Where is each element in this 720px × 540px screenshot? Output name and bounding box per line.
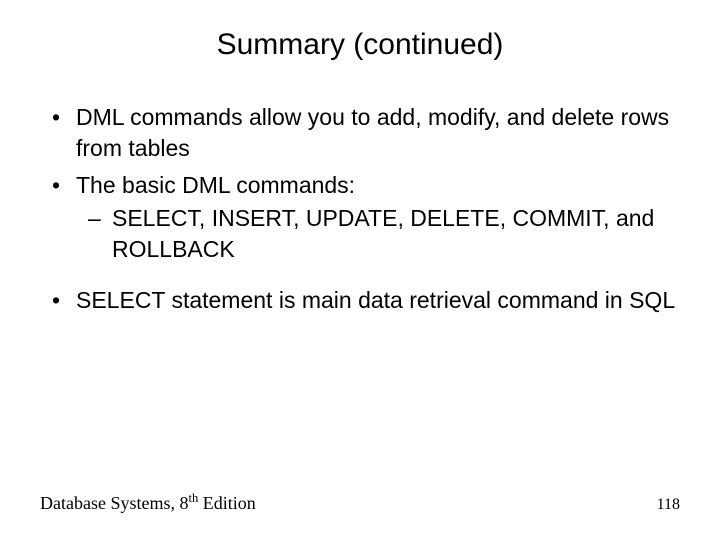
bullet-item: DML commands allow you to add, modify, a… [40,102,680,164]
slide: Summary (continued) DML commands allow y… [0,0,720,540]
footer-book: Database Systems, 8th Edition [40,493,256,514]
sub-bullet-list: SELECT, INSERT, UPDATE, DELETE, COMMIT, … [76,203,680,265]
slide-title: Summary (continued) [0,0,720,72]
footer-page-number: 118 [657,496,680,514]
bullet-text: SELECT statement is main data retrieval … [76,287,675,313]
slide-body: DML commands allow you to add, modify, a… [0,72,720,316]
bullet-list: DML commands allow you to add, modify, a… [40,102,680,265]
footer-book-ordinal: th [188,491,198,505]
footer-book-suffix: Edition [198,493,256,513]
sub-bullet-item: SELECT, INSERT, UPDATE, DELETE, COMMIT, … [76,203,680,265]
spacer [40,271,680,285]
footer-book-prefix: Database Systems, 8 [40,493,188,513]
sub-bullet-text: SELECT, INSERT, UPDATE, DELETE, COMMIT, … [112,205,654,262]
bullet-text: The basic DML commands: [76,172,355,198]
bullet-list: SELECT statement is main data retrieval … [40,285,680,316]
bullet-item: The basic DML commands: SELECT, INSERT, … [40,170,680,265]
bullet-text: DML commands allow you to add, modify, a… [76,104,669,161]
bullet-item: SELECT statement is main data retrieval … [40,285,680,316]
